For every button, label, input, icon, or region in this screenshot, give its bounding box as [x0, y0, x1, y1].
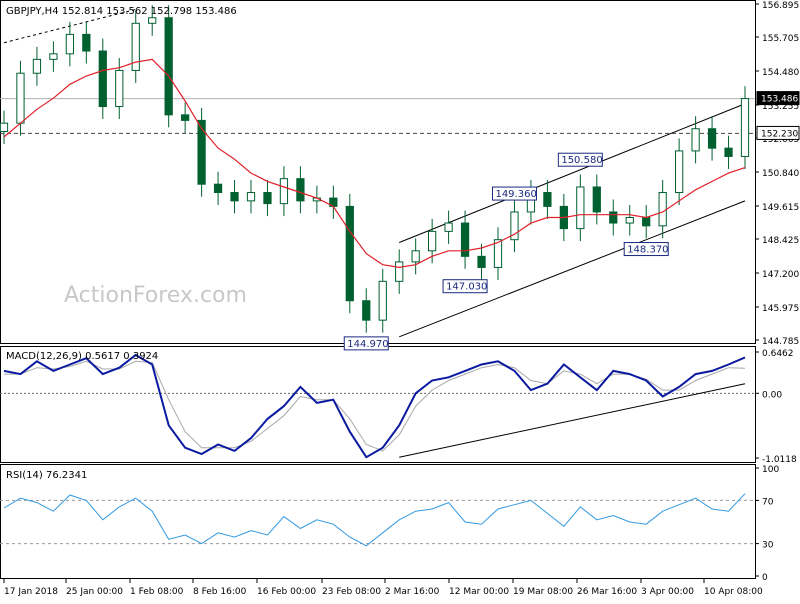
candle-body	[724, 147, 733, 157]
candle-body	[345, 205, 354, 302]
price-y-tick-label: 155.705	[762, 34, 799, 44]
macd-header: MACD(12,26,9) 0.5617 0.3924	[6, 351, 158, 362]
watermark: ActionForex.com	[64, 283, 247, 308]
candle-body	[230, 192, 239, 202]
candle-body	[642, 217, 651, 227]
x-tick-label: 26 Mar 16:00	[577, 587, 637, 597]
current-price-label: 153.486	[761, 95, 798, 105]
rsi-panel-frame	[0, 464, 756, 579]
candle-body	[576, 186, 585, 230]
rsi-y-tick-label: 0	[762, 573, 768, 583]
rsi-y-tick-label: 30	[762, 541, 774, 551]
macd-y-tick-label: -1.0118	[762, 455, 797, 465]
rsi-y-tick-label: 70	[762, 497, 774, 507]
chart-window: ActionForex.com 156.590149.360147.030144…	[0, 0, 800, 600]
candle-body	[658, 192, 667, 227]
candle-body	[296, 178, 305, 202]
chart-canvas: ActionForex.com 156.590149.360147.030144…	[0, 0, 800, 597]
x-tick-label: 25 Jan 00:00	[66, 587, 123, 597]
macd-layer	[0, 353, 755, 459]
candle-body	[543, 192, 552, 207]
price-y-tick-label: 145.975	[762, 304, 799, 314]
x-tick-label: 8 Feb 16:00	[193, 587, 247, 597]
candle-body	[148, 17, 157, 24]
macd-panel-frame	[0, 346, 756, 463]
x-tick-label: 2 Mar 16:00	[385, 587, 440, 597]
candle-body	[609, 211, 618, 224]
candle-body	[115, 69, 124, 108]
candle-body	[477, 255, 486, 268]
candle-body	[395, 261, 404, 282]
price-y-tick-label: 156.895	[762, 1, 799, 11]
rsi-header: RSI(14) 76.2341	[6, 470, 87, 481]
candle-body	[98, 50, 107, 108]
x-tick-label: 19 Mar 08:00	[513, 587, 573, 597]
level-price-label: 152.230	[761, 129, 798, 139]
x-tick-label: 12 Mar 00:00	[449, 587, 509, 597]
candle-body	[32, 58, 42, 74]
x-tick-label: 16 Feb 00:00	[257, 587, 316, 597]
macd-line	[3, 353, 746, 459]
candle-body	[675, 150, 684, 194]
x-tick-label: 1 Feb 08:00	[130, 587, 184, 597]
candle-body	[16, 72, 25, 124]
candle-body	[0, 122, 9, 132]
rsi-y-tick-label: 100	[762, 465, 779, 475]
candle-body	[263, 192, 272, 205]
candle-body	[181, 114, 190, 121]
x-tick-label: 23 Feb 08:00	[322, 587, 381, 597]
x-tick-label: 17 Jan 2018	[4, 587, 58, 597]
candle-body	[707, 128, 717, 149]
price-y-tick-label: 147.200	[762, 270, 799, 280]
macd-y-tick-label: 0.00	[762, 390, 782, 400]
candle-body	[82, 33, 91, 52]
x-tick-label: 10 Apr 08:00	[704, 587, 763, 597]
candle-body	[740, 98, 750, 157]
price-header: GBPJPY,H4 152.814 153.562 152.798 153.48…	[6, 6, 237, 17]
price-y-tick-label: 154.480	[762, 68, 799, 78]
rsi-line	[3, 493, 746, 547]
annotation-label: 150.580	[561, 155, 602, 166]
rsi-layer	[0, 493, 755, 547]
candle-body	[362, 300, 371, 321]
candle-body	[691, 128, 700, 152]
candle-body	[213, 183, 223, 194]
price-y-tick-label: 149.615	[762, 203, 799, 213]
candle-body	[592, 186, 601, 213]
annotation-label: 149.360	[495, 189, 536, 200]
candle-body	[65, 33, 74, 55]
candle-body	[411, 250, 420, 263]
candle-body	[49, 53, 58, 60]
candle-body	[428, 230, 437, 252]
candle-body	[164, 17, 173, 116]
macd-trendline	[399, 383, 746, 458]
candle-body	[246, 192, 256, 202]
annotation-label: 144.970	[347, 339, 388, 350]
price-y-tick-label: 150.840	[762, 169, 799, 179]
macd-y-tick-label: 0.6462	[762, 349, 794, 359]
annotation-label: 147.030	[446, 282, 487, 293]
candle-body	[197, 119, 206, 185]
x-tick-label: 3 Apr 00:00	[641, 587, 694, 597]
candle-body	[444, 222, 453, 232]
candle-body	[279, 178, 289, 205]
candle-body	[378, 280, 387, 321]
annotation-label: 148.370	[627, 245, 668, 256]
candle-body	[625, 217, 634, 224]
price-y-tick-label: 148.425	[762, 236, 799, 246]
price-y-tick-label: 144.785	[762, 337, 799, 347]
